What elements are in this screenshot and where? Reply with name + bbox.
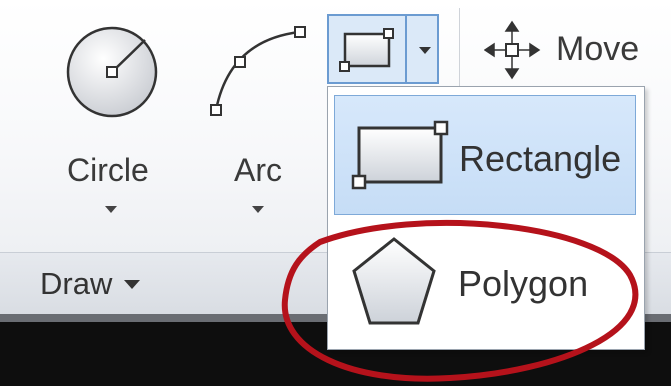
draw-panel-label: Draw bbox=[40, 266, 113, 301]
menu-item-rectangle[interactable]: Rectangle bbox=[334, 95, 636, 215]
draw-panel-title[interactable]: Draw bbox=[40, 266, 141, 302]
arc-tool-label: Arc bbox=[234, 152, 282, 188]
pentagon-icon bbox=[352, 237, 436, 325]
caret-down-icon[interactable] bbox=[124, 279, 141, 289]
circle-tool-icon bbox=[66, 26, 158, 118]
chevron-down-icon[interactable] bbox=[419, 47, 431, 54]
circle-dropdown-icon[interactable] bbox=[105, 206, 117, 213]
split-divider bbox=[405, 16, 407, 82]
rectangle-icon bbox=[351, 120, 449, 190]
arc-dropdown-icon[interactable] bbox=[252, 206, 264, 213]
circle-tool-button[interactable]: Circle bbox=[55, 10, 175, 220]
move-arrows-icon bbox=[484, 20, 541, 80]
rectangle-split-button[interactable] bbox=[327, 14, 439, 84]
menu-item-polygon[interactable]: Polygon bbox=[334, 221, 636, 341]
move-tool-label: Move bbox=[556, 30, 640, 68]
rectangle-tool-icon bbox=[339, 28, 394, 72]
circle-tool-label: Circle bbox=[67, 152, 149, 188]
rectangle-dropdown-menu: Rectangle Polygon bbox=[327, 86, 645, 350]
menu-item-polygon-label: Polygon bbox=[458, 263, 589, 304]
arc-tool-icon bbox=[210, 26, 306, 116]
arc-tool-button[interactable]: Arc bbox=[200, 10, 310, 220]
menu-item-rectangle-label: Rectangle bbox=[459, 138, 622, 179]
